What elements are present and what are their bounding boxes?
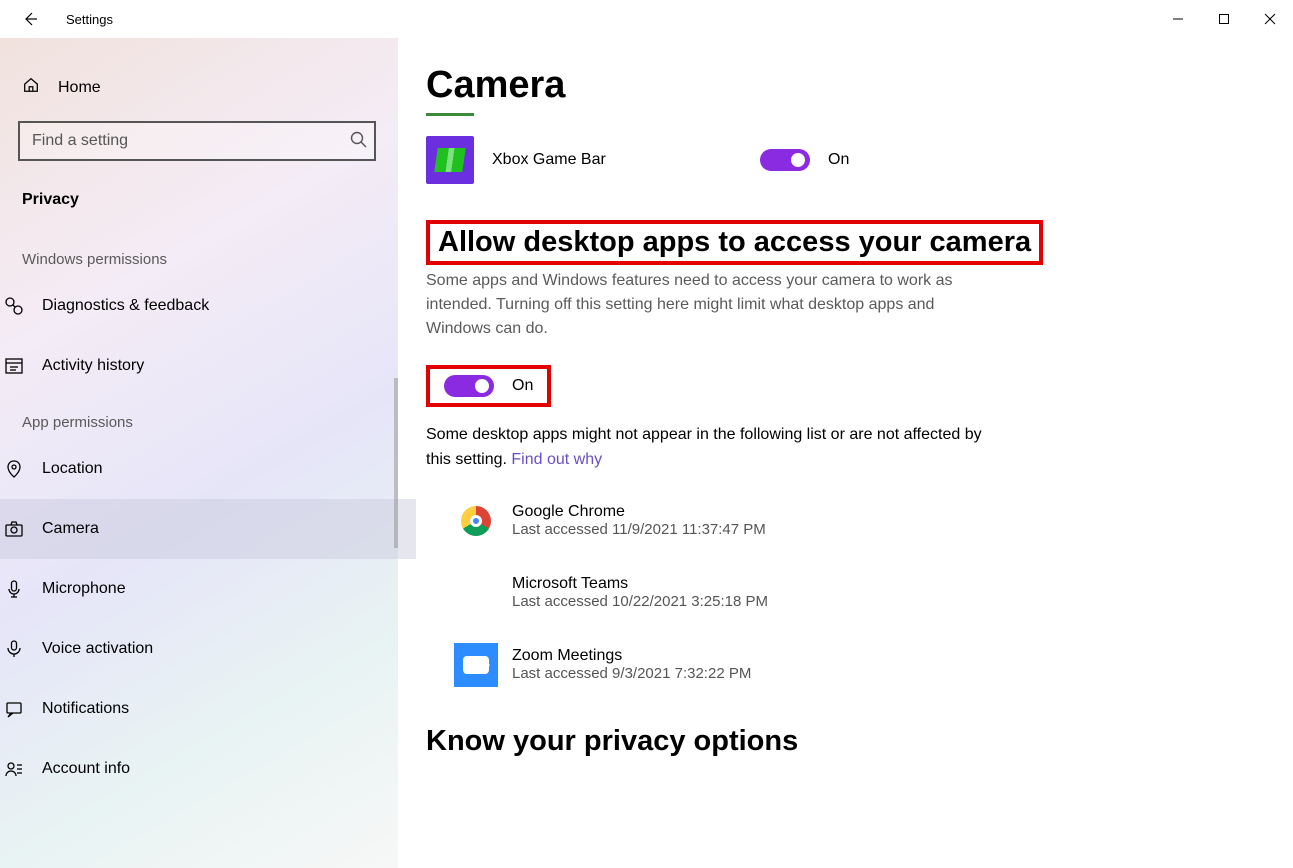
- sidebar-item-location[interactable]: Location: [0, 439, 416, 499]
- app-name: Xbox Game Bar: [492, 151, 742, 169]
- sidebar-item-label: Diagnostics & feedback: [42, 297, 209, 315]
- desktop-apps-toggle[interactable]: [444, 375, 494, 397]
- desktop-app-chrome: Google Chrome Last accessed 11/9/2021 11…: [454, 499, 1253, 543]
- sidebar-heading: Privacy: [18, 187, 380, 233]
- main-content: Camera Xbox Game Bar On Allow desktop ap…: [398, 38, 1293, 868]
- chrome-icon: [454, 499, 498, 543]
- desktop-app-name: Zoom Meetings: [512, 647, 751, 665]
- sidebar: Home Privacy Windows permissions Diagno: [0, 38, 398, 868]
- desktop-app-name: Google Chrome: [512, 503, 766, 521]
- sidebar-item-label: Location: [42, 460, 103, 478]
- find-out-why-link[interactable]: Find out why: [511, 451, 602, 468]
- sidebar-item-camera[interactable]: Camera: [0, 499, 416, 559]
- xbox-toggle[interactable]: [760, 149, 810, 171]
- group-windows-permissions: Windows permissions: [18, 233, 380, 276]
- sidebar-item-notifications[interactable]: Notifications: [0, 679, 416, 739]
- camera-icon: [4, 519, 24, 539]
- sidebar-item-microphone[interactable]: Microphone: [0, 559, 416, 619]
- minimize-button[interactable]: [1155, 3, 1201, 35]
- sidebar-item-label: Notifications: [42, 700, 129, 718]
- sidebar-home-label: Home: [58, 79, 101, 97]
- window-title: Settings: [66, 12, 113, 27]
- account-icon: [4, 759, 24, 779]
- note-prefix: Some desktop apps might not appear in th…: [426, 426, 982, 468]
- location-icon: [4, 459, 24, 479]
- xbox-toggle-state: On: [828, 151, 849, 169]
- xbox-tile-icon: [426, 136, 474, 184]
- sidebar-item-account[interactable]: Account info: [0, 739, 416, 799]
- desktop-app-name: Microsoft Teams: [512, 575, 768, 593]
- app-entry-xbox: Xbox Game Bar On: [426, 136, 1253, 184]
- sidebar-home[interactable]: Home: [18, 68, 380, 121]
- highlight-box-heading: Allow desktop apps to access your camera: [426, 220, 1043, 265]
- desktop-app-sub: Last accessed 9/3/2021 7:32:22 PM: [512, 665, 751, 682]
- desktop-app-zoom: Zoom Meetings Last accessed 9/3/2021 7:3…: [454, 643, 1253, 687]
- microphone-icon: [4, 579, 24, 599]
- activity-icon: [4, 356, 24, 376]
- desktop-apps-toggle-state: On: [512, 377, 533, 395]
- page-title: Camera: [426, 64, 1253, 107]
- desktop-app-sub: Last accessed 11/9/2021 11:37:47 PM: [512, 521, 766, 538]
- maximize-button[interactable]: [1201, 3, 1247, 35]
- voice-icon: [4, 639, 24, 659]
- highlight-box-toggle: On: [426, 365, 551, 407]
- titlebar: Settings: [0, 0, 1293, 38]
- back-icon[interactable]: [22, 11, 38, 27]
- sidebar-item-label: Voice activation: [42, 640, 153, 658]
- search-icon: [350, 131, 368, 149]
- group-app-permissions: App permissions: [18, 396, 380, 439]
- title-underline: [426, 113, 474, 116]
- search-wrap: [18, 121, 380, 161]
- teams-icon: T: [454, 571, 498, 615]
- sidebar-item-diagnostics[interactable]: Diagnostics & feedback: [0, 276, 416, 336]
- close-button[interactable]: [1247, 3, 1293, 35]
- sidebar-item-label: Activity history: [42, 357, 144, 375]
- diagnostics-icon: [4, 296, 24, 316]
- zoom-icon: [454, 643, 498, 687]
- notifications-icon: [4, 699, 24, 719]
- desktop-app-teams: T Microsoft Teams Last accessed 10/22/20…: [454, 571, 1253, 615]
- section-heading-privacy-options: Know your privacy options: [426, 725, 1253, 758]
- section-desc: Some apps and Windows features need to a…: [426, 269, 986, 341]
- sidebar-item-label: Microphone: [42, 580, 126, 598]
- section-heading-desktop-apps: Allow desktop apps to access your camera: [438, 226, 1031, 258]
- search-input[interactable]: [18, 121, 376, 161]
- home-icon: [22, 76, 40, 99]
- sidebar-item-activity[interactable]: Activity history: [0, 336, 416, 396]
- sidebar-item-label: Camera: [42, 520, 99, 538]
- desktop-app-sub: Last accessed 10/22/2021 3:25:18 PM: [512, 593, 768, 610]
- note-text: Some desktop apps might not appear in th…: [426, 423, 986, 473]
- sidebar-item-label: Account info: [42, 760, 130, 778]
- sidebar-item-voice[interactable]: Voice activation: [0, 619, 416, 679]
